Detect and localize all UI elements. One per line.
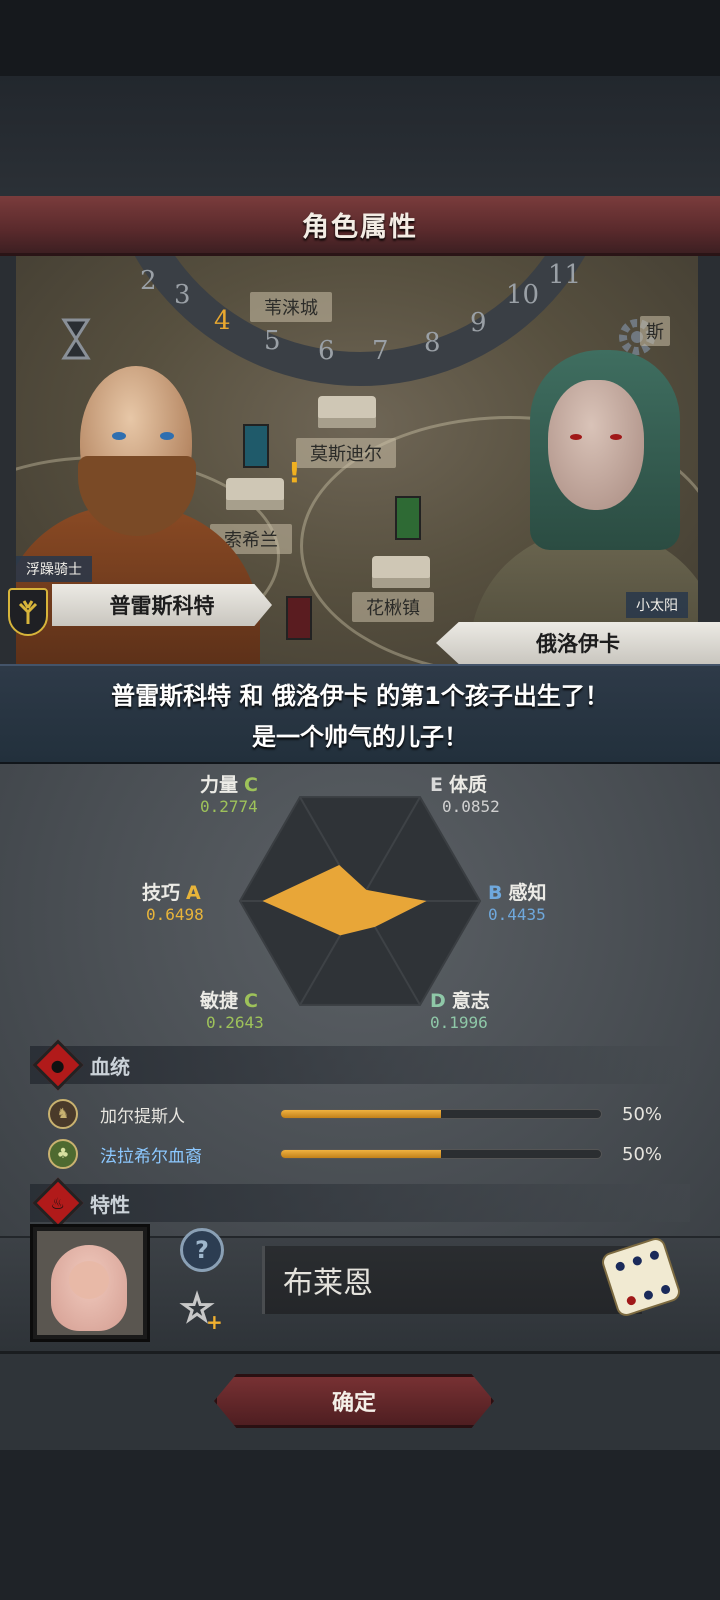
dial-number: 6: [318, 336, 335, 366]
stat-label: 感知: [508, 882, 547, 904]
faction-banner: [286, 596, 312, 640]
dial-number: 11: [548, 260, 582, 290]
dial-number: 10: [506, 280, 540, 310]
stat-label: 意志: [451, 990, 490, 1012]
mother-face: [548, 380, 644, 510]
dial-number-active: 4: [214, 306, 231, 336]
stat-grade: C: [244, 774, 258, 796]
alert-icon: !: [288, 456, 301, 489]
dial-number: 7: [372, 336, 389, 366]
town-label[interactable]: 斯: [640, 316, 670, 346]
bloodline-name: 加尔提斯人: [100, 1106, 185, 1127]
town-label[interactable]: 莫斯迪尔: [296, 438, 396, 468]
mother-name-plate: 俄洛伊卡: [436, 622, 720, 664]
confirm-button[interactable]: 确定: [214, 1374, 494, 1428]
child-stats-panel: 力量 C 0.2774 E 体质 0.0852 技巧 A 0.6498 B 感知 0.4…: [0, 764, 720, 1264]
town-house: [372, 556, 430, 588]
tree-crest-icon: [8, 588, 48, 636]
stat-grade: A: [186, 882, 201, 904]
mother-eye: [570, 434, 582, 440]
father-name: 普雷斯科特: [109, 594, 215, 618]
dial-number: 5: [264, 326, 281, 356]
stat-strength: 力量 C 0.2774: [200, 770, 264, 816]
bloodline-percent: 50%: [622, 1103, 663, 1125]
father-eye: [160, 432, 174, 440]
bloodline-title: 血统: [90, 1054, 130, 1079]
mother-name: 俄洛伊卡: [536, 632, 620, 656]
stat-constitution: E 体质 0.0852: [430, 770, 500, 816]
stat-label: 技巧: [142, 882, 181, 904]
confirm-area: 确定: [0, 1354, 720, 1450]
tree-crest-icon: ♣: [48, 1139, 78, 1169]
child-portrait[interactable]: [30, 1224, 150, 1342]
blood-drop-icon: ●: [32, 1039, 84, 1091]
galtis-crest-icon: ♞: [48, 1099, 78, 1129]
stat-label: 敏捷: [200, 990, 239, 1012]
stat-value: 0.4435: [488, 905, 546, 924]
stat-skill: 技巧 A 0.6498: [142, 878, 207, 924]
stat-grade: B: [488, 882, 503, 904]
stat-will: D 意志 0.1996: [430, 986, 490, 1032]
dial-number: 2: [140, 266, 157, 296]
fire-icon: ♨: [32, 1177, 84, 1229]
father-eye: [112, 432, 126, 440]
father-title: 浮躁骑士: [16, 556, 92, 582]
dialog-title: 角色属性: [302, 212, 418, 243]
mother-title: 小太阳: [626, 592, 688, 618]
announcement-line-2: 是一个帅气的儿子！: [252, 723, 468, 751]
dial-number: 8: [424, 328, 441, 358]
bloodline-name: 法拉希尔血裔: [100, 1146, 202, 1167]
father-name-plate: 普雷斯科特: [52, 584, 272, 626]
bloodline-percent: 50%: [622, 1143, 663, 1165]
dice-pip: [631, 1255, 643, 1267]
dial-number: 3: [174, 280, 191, 310]
bloodline-section-header: ● 血统: [30, 1039, 690, 1091]
child-naming-bar: ? ☆ +: [0, 1224, 720, 1354]
stat-value: 0.2643: [206, 1013, 264, 1032]
town-house: [318, 396, 376, 428]
scene-frame: [698, 256, 720, 676]
stat-agility: 敏捷 C 0.2643: [200, 986, 264, 1032]
town-label[interactable]: 花楸镇: [352, 592, 434, 622]
dice-pip: [642, 1289, 655, 1301]
dial-number: 9: [470, 308, 487, 338]
bloodline-bar: [280, 1149, 602, 1159]
plus-icon: +: [206, 1310, 223, 1334]
stat-grade: C: [244, 990, 258, 1012]
bloodline-bar-fill: [281, 1150, 441, 1158]
baby-image: [37, 1231, 143, 1335]
town-label[interactable]: 苇涞城: [250, 292, 332, 322]
dice-pip: [625, 1294, 638, 1307]
dialog-header: 角色属性: [0, 196, 720, 256]
stat-grade: E: [430, 774, 443, 796]
faction-banner: [395, 496, 421, 540]
dice-pip: [648, 1249, 661, 1261]
stat-value: 0.1996: [430, 1013, 488, 1032]
dice-pip: [659, 1283, 672, 1296]
bloodline-row: ♣ 法拉希尔血裔 50%: [48, 1138, 688, 1170]
stat-grade: D: [430, 990, 446, 1012]
backdrop: [0, 76, 720, 196]
stat-label: 体质: [448, 774, 487, 796]
stat-label: 力量: [200, 774, 239, 796]
child-name-input[interactable]: [262, 1246, 642, 1314]
bottom-backdrop: [0, 1450, 720, 1600]
bloodline-bar-fill: [281, 1110, 441, 1118]
stat-value: 0.0852: [442, 797, 500, 816]
stat-value: 0.2774: [200, 797, 258, 816]
help-icon[interactable]: ?: [180, 1228, 224, 1272]
stat-value: 0.6498: [146, 905, 204, 924]
status-bar-area: [0, 0, 720, 76]
announcement-line-1: 普雷斯科特 和 俄洛伊卡 的第1个孩子出生了！: [111, 682, 609, 710]
traits-title: 特性: [90, 1192, 130, 1217]
bloodline-row: ♞ 加尔提斯人 50%: [48, 1098, 688, 1130]
birth-announcement: 普雷斯科特 和 俄洛伊卡 的第1个孩子出生了！ 是一个帅气的儿子！: [0, 664, 720, 764]
dice-pip: [614, 1260, 626, 1273]
mother-eye: [610, 434, 622, 440]
baby-face: [69, 1261, 109, 1299]
traits-section-header: ♨ 特性: [30, 1177, 690, 1229]
stat-perception: B 感知 0.4435: [488, 878, 547, 924]
bloodline-bar: [280, 1109, 602, 1119]
